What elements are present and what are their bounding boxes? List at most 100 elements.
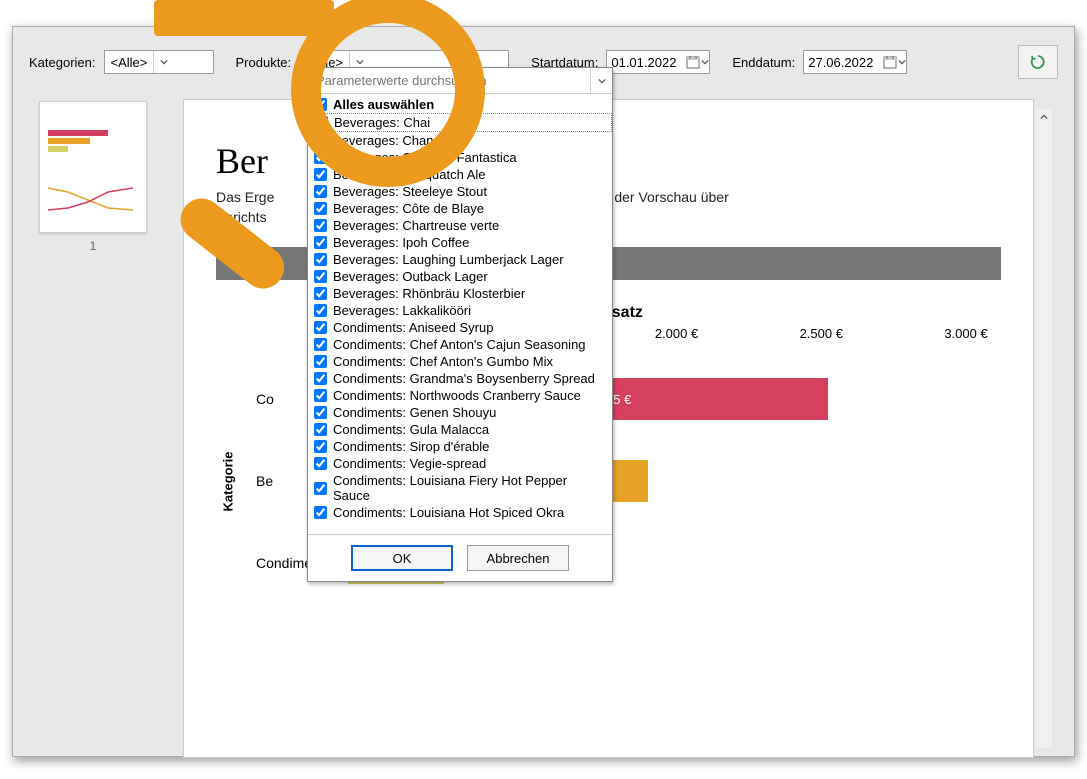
parameter-checkbox[interactable] [314, 287, 327, 300]
parameter-checkbox[interactable] [314, 338, 327, 351]
parameter-item-label: Beverages: Ipoh Coffee [333, 235, 469, 250]
parameter-item-label: Beverages: Laughing Lumberjack Lager [333, 252, 564, 267]
parameter-item-label: Condiments: Vegie-spread [333, 456, 486, 471]
calendar-icon[interactable] [882, 51, 906, 73]
parameter-checkbox[interactable] [314, 321, 327, 334]
thumbnail-preview [39, 101, 147, 233]
parameter-item-label: Beverages: Guaraná Fantastica [333, 150, 517, 165]
parameter-checkbox[interactable] [315, 116, 328, 129]
kategorien-combo[interactable]: <Alle> [104, 50, 214, 74]
startdatum-input[interactable] [606, 50, 710, 74]
parameter-item[interactable]: Condiments: Aniseed Syrup [308, 319, 612, 336]
parameter-button-row: OK Abbrechen [308, 534, 612, 581]
parameter-checkbox[interactable] [314, 304, 327, 317]
parameter-item-label: Condiments: Grandma's Boysenberry Spread [333, 371, 595, 386]
parameter-dropdown: Alles auswählen Beverages: Chai Beverages… [307, 67, 613, 582]
parameter-checkbox[interactable] [314, 253, 327, 266]
parameter-item-label: Condiments: Chef Anton's Gumbo Mix [333, 354, 553, 369]
parameter-item-label: Beverages: Rhönbräu Klosterbier [333, 286, 525, 301]
parameter-checkbox[interactable] [314, 440, 327, 453]
parameter-item[interactable]: Beverages: Chai [308, 113, 612, 132]
kategorien-value: <Alle> [105, 55, 154, 70]
parameter-item-label: Beverages: Steeleye Stout [333, 184, 487, 199]
ok-button[interactable]: OK [351, 545, 453, 571]
scroll-up-icon[interactable] [1036, 109, 1052, 125]
parameter-checkbox[interactable] [314, 423, 327, 436]
parameter-list[interactable]: Alles auswählen Beverages: Chai Beverages… [308, 94, 612, 534]
parameter-item[interactable]: Condiments: Gula Malacca [308, 421, 612, 438]
thumbnail-page-1[interactable]: 1 [25, 101, 161, 253]
cancel-button[interactable]: Abbrechen [467, 545, 569, 571]
parameter-checkbox[interactable] [314, 219, 327, 232]
parameter-search-input[interactable] [308, 68, 590, 93]
parameter-item-label: Condiments: Aniseed Syrup [333, 320, 493, 335]
parameter-item-label: Condiments: Gula Malacca [333, 422, 489, 437]
select-all-item[interactable]: Alles auswählen [308, 96, 612, 113]
refresh-button[interactable] [1018, 45, 1058, 79]
parameter-checkbox[interactable] [314, 406, 327, 419]
parameter-checkbox[interactable] [314, 389, 327, 402]
parameter-item-label: Beverages: Chartreuse verte [333, 218, 499, 233]
parameter-checkbox[interactable] [314, 457, 327, 470]
startdatum-field[interactable] [607, 55, 685, 70]
parameter-item[interactable]: Beverages: Chartreuse verte [308, 217, 612, 234]
parameter-item[interactable]: Condiments: Sirop d'érable [308, 438, 612, 455]
parameter-item[interactable]: Beverages: Côte de Blaye [308, 200, 612, 217]
parameter-item[interactable]: Beverages: Guaraná Fantastica [308, 149, 612, 166]
parameter-item[interactable]: Beverages: Outback Lager [308, 268, 612, 285]
kategorien-label: Kategorien: [29, 55, 96, 70]
enddatum-field[interactable] [804, 55, 882, 70]
select-all-checkbox[interactable] [314, 98, 327, 111]
parameter-item[interactable]: Condiments: Genen Shouyu [308, 404, 612, 421]
parameter-checkbox[interactable] [314, 134, 327, 147]
vertical-scrollbar[interactable] [1036, 109, 1052, 748]
parameter-item[interactable]: Beverages: Ipoh Coffee [308, 234, 612, 251]
thumbnail-page-number: 1 [25, 239, 161, 253]
parameter-item[interactable]: Beverages: Steeleye Stout [308, 183, 612, 200]
parameter-item-label: Condiments: Louisiana Fiery Hot Pepper S… [333, 473, 606, 503]
parameter-item-label: Beverages: Outback Lager [333, 269, 488, 284]
chevron-down-icon[interactable] [153, 51, 173, 73]
parameter-item[interactable]: Condiments: Louisiana Fiery Hot Pepper S… [308, 472, 612, 504]
app-window: Kategorien: <Alle> Produkte: <Alle> Star… [12, 26, 1075, 757]
parameter-item-label: Condiments: Sirop d'érable [333, 439, 489, 454]
parameter-item[interactable]: Condiments: Northwoods Cranberry Sauce [308, 387, 612, 404]
chart-tick: 2.000 € [642, 326, 712, 341]
parameter-item[interactable]: Condiments: Louisiana Hot Spiced Okra [308, 504, 612, 521]
parameter-item[interactable]: Beverages: Chang [308, 132, 612, 149]
parameter-item-label: Condiments: Northwoods Cranberry Sauce [333, 388, 581, 403]
parameter-item[interactable]: Beverages: Sasquatch Ale [308, 166, 612, 183]
parameter-item-label: Beverages: Lakkalikööri [333, 303, 471, 318]
parameter-item-label: Condiments: Louisiana Hot Spiced Okra [333, 505, 564, 520]
parameter-checkbox[interactable] [314, 270, 327, 283]
parameter-item-label: Beverages: Sasquatch Ale [333, 167, 486, 182]
chart-tick: 3.000 € [931, 326, 1001, 341]
parameter-item[interactable]: Condiments: Chef Anton's Cajun Seasoning [308, 336, 612, 353]
enddatum-label: Enddatum: [732, 55, 795, 70]
produkte-label: Produkte: [236, 55, 292, 70]
parameter-item[interactable]: Beverages: Lakkalikööri [308, 302, 612, 319]
parameter-checkbox[interactable] [314, 168, 327, 181]
parameter-item-label: Beverages: Chang [333, 133, 441, 148]
parameter-checkbox[interactable] [314, 236, 327, 249]
parameter-checkbox[interactable] [314, 506, 327, 519]
parameter-item-label: Beverages: Côte de Blaye [333, 201, 484, 216]
parameter-item[interactable]: Condiments: Vegie-spread [308, 455, 612, 472]
thumbnail-panel: 1 [13, 89, 173, 758]
parameter-item-label: Beverages: Chai [334, 115, 430, 130]
calendar-icon[interactable] [685, 51, 709, 73]
parameter-checkbox[interactable] [314, 482, 327, 495]
parameter-item[interactable]: Beverages: Laughing Lumberjack Lager [308, 251, 612, 268]
parameter-checkbox[interactable] [314, 151, 327, 164]
select-all-label: Alles auswählen [333, 97, 434, 112]
parameter-item[interactable]: Condiments: Chef Anton's Gumbo Mix [308, 353, 612, 370]
enddatum-input[interactable] [803, 50, 907, 74]
parameter-checkbox[interactable] [314, 185, 327, 198]
parameter-checkbox[interactable] [314, 202, 327, 215]
parameter-checkbox[interactable] [314, 355, 327, 368]
parameter-item[interactable]: Condiments: Grandma's Boysenberry Spread [308, 370, 612, 387]
parameter-item-label: Condiments: Chef Anton's Cajun Seasoning [333, 337, 586, 352]
parameter-checkbox[interactable] [314, 372, 327, 385]
parameter-item[interactable]: Beverages: Rhönbräu Klosterbier [308, 285, 612, 302]
chevron-down-icon[interactable] [590, 69, 612, 93]
